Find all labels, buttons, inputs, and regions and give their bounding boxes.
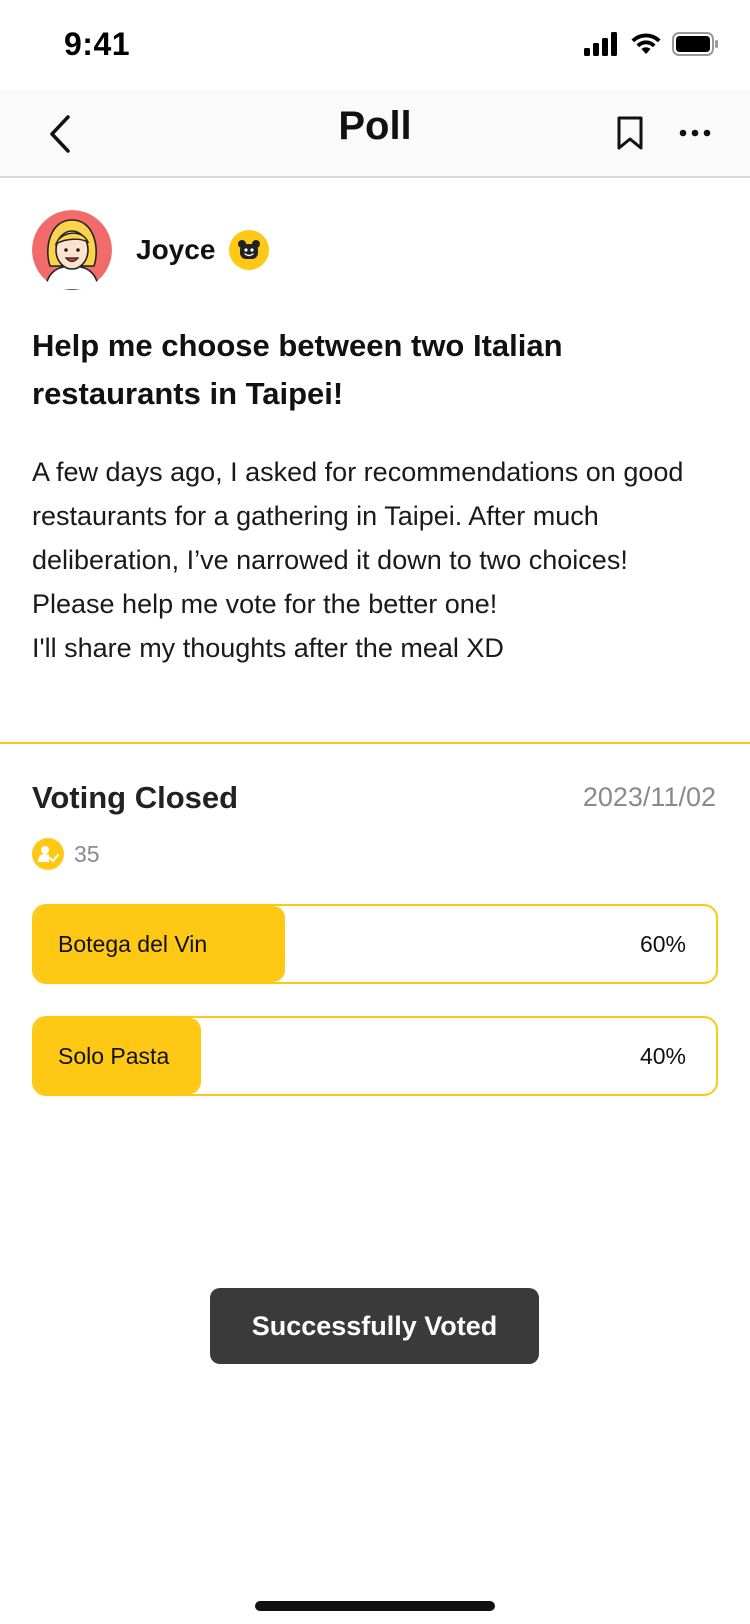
poll-option[interactable]: Botega del Vin 60% — [32, 904, 718, 984]
post-body-paragraph: Please help me vote for the better one! — [32, 589, 498, 619]
bookmark-button[interactable] — [610, 108, 650, 158]
post-body-paragraph: A few days ago, I asked for recommendati… — [32, 457, 684, 575]
bear-badge-icon — [229, 230, 270, 270]
voter-count-value: 35 — [74, 840, 100, 867]
voting-status: Voting Closed — [32, 780, 239, 815]
bookmark-icon — [617, 116, 643, 150]
poll-option-percent: 40% — [639, 1043, 686, 1069]
voter-check-icon — [32, 838, 64, 870]
avatar[interactable] — [32, 210, 112, 290]
section-divider — [0, 742, 750, 744]
post-title: Help me choose between two Italian resta… — [32, 328, 563, 411]
status-bar: 9:41 — [0, 0, 750, 90]
more-options-button[interactable] — [672, 108, 718, 158]
status-time: 9:41 — [64, 26, 131, 62]
post-body-paragraph: I'll share my thoughts after the meal XD — [32, 633, 504, 663]
nav-bar: Poll — [0, 90, 750, 178]
toast-message: Successfully Voted — [251, 1310, 498, 1341]
post-author: Joyce — [32, 210, 270, 290]
battery-icon — [672, 32, 718, 61]
voter-count: 35 — [32, 838, 100, 870]
post-body: A few days ago, I asked for recommendati… — [32, 450, 712, 670]
success-toast: Successfully Voted — [210, 1288, 539, 1364]
more-dots-icon — [679, 129, 711, 137]
status-icons — [584, 32, 718, 61]
user-avatar — [32, 210, 112, 290]
voting-date: 2023/11/02 — [582, 782, 716, 812]
poll-option-label: Botega del Vin — [58, 931, 208, 957]
poll-option-label: Solo Pasta — [58, 1043, 170, 1069]
author-name[interactable]: Joyce — [136, 234, 215, 266]
poll-option-percent: 60% — [639, 931, 686, 957]
signal-icon — [584, 32, 620, 61]
home-indicator[interactable] — [255, 1601, 495, 1611]
wifi-icon — [630, 32, 662, 61]
poll-option[interactable]: Solo Pasta 40% — [32, 1016, 718, 1096]
